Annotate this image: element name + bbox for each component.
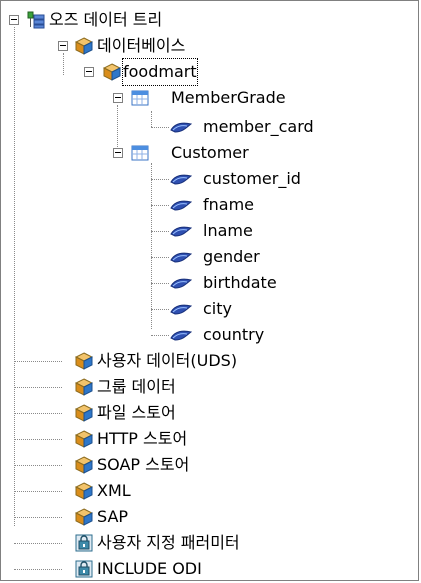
tree-node-label: gender xyxy=(203,247,260,266)
cube-icon xyxy=(75,482,93,500)
tree-node-label: INCLUDE ODI xyxy=(97,559,202,578)
cube-icon xyxy=(103,63,121,81)
field-icon xyxy=(170,278,193,289)
tree-node-field[interactable]: city xyxy=(1,296,401,322)
field-icon xyxy=(170,122,193,133)
data-tree-view[interactable]: 오즈 데이터 트리 데이터베이스 foodmart MemberGrade me… xyxy=(0,0,419,581)
field-icon xyxy=(170,226,193,237)
tree-node-field[interactable]: customer_id xyxy=(1,166,401,192)
tree-node-uds[interactable]: 사용자 데이터(UDS) xyxy=(1,348,361,374)
cube-icon xyxy=(75,352,93,370)
table-icon xyxy=(131,145,149,161)
tree-node-label: XML xyxy=(97,481,131,500)
tree-node-label: 오즈 데이터 트리 xyxy=(49,10,163,29)
tree-node-label: city xyxy=(203,299,232,318)
cube-icon xyxy=(75,404,93,422)
tree-node-label: birthdate xyxy=(203,273,277,292)
field-icon xyxy=(170,252,193,263)
tree-node-label: 사용자 지정 패러미터 xyxy=(97,533,240,552)
tree-node-field[interactable]: gender xyxy=(1,244,401,270)
tree-node-label: SOAP 스토어 xyxy=(97,455,190,474)
tree-node-field[interactable]: country xyxy=(1,322,401,348)
tree-node-table-customer[interactable]: Customer xyxy=(1,140,361,166)
tree-node-label: SAP xyxy=(97,507,129,526)
tree-node-label: lname xyxy=(203,221,253,240)
tree-node-group-data[interactable]: 그룹 데이터 xyxy=(1,374,361,400)
tree-node-table-membergrade[interactable]: MemberGrade xyxy=(1,85,361,111)
table-icon xyxy=(131,90,149,106)
tree-node-field[interactable]: fname xyxy=(1,192,401,218)
tree-node-label: 그룹 데이터 xyxy=(97,377,176,396)
tree-node-label: 데이터베이스 xyxy=(97,36,186,55)
collapse-toggle[interactable] xyxy=(9,15,19,25)
collapse-toggle[interactable] xyxy=(84,67,94,77)
tree-node-label: MemberGrade xyxy=(171,88,286,107)
collapse-toggle[interactable] xyxy=(113,93,123,103)
collapse-toggle[interactable] xyxy=(58,41,68,51)
tree-node-http-store[interactable]: HTTP 스토어 xyxy=(1,426,361,452)
tree-node-label: 사용자 데이터(UDS) xyxy=(97,351,238,370)
tree-node-label: fname xyxy=(203,195,255,214)
cube-icon xyxy=(75,508,93,526)
tree-node-foodmart[interactable]: foodmart xyxy=(1,58,261,86)
cube-icon xyxy=(75,456,93,474)
tree-node-label: member_card xyxy=(203,117,314,136)
tree-root-icon xyxy=(27,11,45,29)
tree-node-user-parameter[interactable]: 사용자 지정 패러미터 xyxy=(1,530,361,556)
field-icon xyxy=(170,200,193,211)
tree-node-label: HTTP 스토어 xyxy=(97,429,188,448)
cube-icon xyxy=(75,37,93,55)
param-box-icon xyxy=(75,560,93,578)
field-icon xyxy=(170,304,193,315)
tree-node-label: customer_id xyxy=(203,169,301,188)
tree-node-xml[interactable]: XML xyxy=(1,478,361,504)
tree-node-soap-store[interactable]: SOAP 스토어 xyxy=(1,452,361,478)
tree-node-sap[interactable]: SAP xyxy=(1,504,361,530)
tree-node-database[interactable]: 데이터베이스 xyxy=(1,33,261,59)
tree-node-label: country xyxy=(203,325,265,344)
tree-node-label: 파일 스토어 xyxy=(97,403,176,422)
tree-node-root[interactable]: 오즈 데이터 트리 xyxy=(1,7,261,33)
cube-icon xyxy=(75,378,93,396)
field-icon xyxy=(170,330,193,341)
tree-node-file-store[interactable]: 파일 스토어 xyxy=(1,400,361,426)
tree-node-field[interactable]: birthdate xyxy=(1,270,401,296)
field-icon xyxy=(170,174,193,185)
tree-node-include-odi[interactable]: INCLUDE ODI xyxy=(1,556,361,582)
param-box-icon xyxy=(75,534,93,552)
tree-node-field[interactable]: lname xyxy=(1,218,401,244)
tree-node-label-selected: foodmart xyxy=(122,58,198,86)
cube-icon xyxy=(75,430,93,448)
tree-node-field[interactable]: member_card xyxy=(1,114,401,140)
tree-node-label: Customer xyxy=(171,143,249,162)
collapse-toggle[interactable] xyxy=(113,148,123,158)
